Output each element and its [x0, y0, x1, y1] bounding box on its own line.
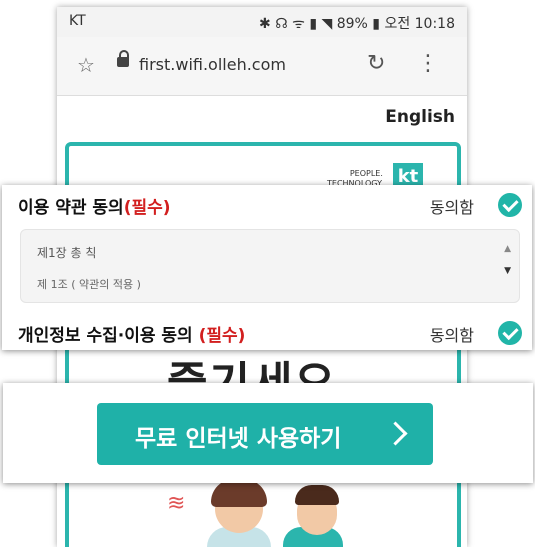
battery-percent: 89%: [336, 16, 368, 32]
terms-row[interactable]: 이용 약관 동의(필수) 동의함: [2, 185, 532, 221]
carrier-label: KT: [69, 13, 86, 29]
cta-panel: 무료 인터넷 사용하기: [3, 383, 533, 483]
scroll-down-icon[interactable]: ▼: [504, 266, 511, 276]
lock-icon: [117, 50, 129, 67]
terms-agree-label[interactable]: 동의함: [430, 194, 474, 218]
terms-agreement-panel: 이용 약관 동의(필수) 동의함 제1장 총 칙 제 1조 ( 약관의 적용 )…: [2, 185, 532, 350]
browser-address-bar: ☆ first.wifi.olleh.com ↻ ⋮: [57, 37, 467, 96]
chevron-right-icon: [383, 421, 408, 446]
terms-check-icon[interactable]: [498, 193, 522, 217]
terms-title: 이용 약관 동의(필수): [18, 193, 171, 218]
privacy-check-icon[interactable]: [498, 321, 522, 345]
privacy-row[interactable]: 개인정보 수집·이용 동의 (필수) 동의함: [2, 313, 532, 349]
status-icons: ✱ ☊ ᯤ ▮ ◥: [259, 16, 333, 32]
illustration-person2-hair: [295, 485, 339, 505]
wifi-icon: ≋: [167, 491, 186, 516]
kt-tagline-line1: PEOPLE.: [349, 169, 383, 178]
more-vert-icon[interactable]: ⋮: [417, 51, 439, 76]
scroll-up-icon[interactable]: ▲: [504, 244, 511, 254]
status-bar: KT ✱ ☊ ᯤ ▮ ◥ 89% ▮ 오전 10:18: [57, 7, 467, 37]
clock: 오전 10:18: [384, 16, 455, 32]
star-icon[interactable]: ☆: [77, 53, 95, 77]
free-internet-button-label: 무료 인터넷 사용하기: [135, 426, 342, 452]
url-text[interactable]: first.wifi.olleh.com: [139, 55, 286, 74]
privacy-title: 개인정보 수집·이용 동의 (필수): [18, 321, 245, 346]
terms-required-label: (필수): [123, 198, 171, 218]
language-link[interactable]: English: [385, 107, 455, 127]
free-internet-button[interactable]: 무료 인터넷 사용하기: [97, 403, 433, 465]
battery-icon: ▮: [372, 16, 380, 32]
terms-text-box[interactable]: 제1장 총 칙 제 1조 ( 약관의 적용 ) ▲ ▼: [20, 229, 520, 303]
privacy-agree-label[interactable]: 동의함: [430, 322, 474, 346]
privacy-required-label: (필수): [198, 326, 246, 346]
terms-chapter-text: 제1장 총 칙: [37, 246, 97, 260]
terms-article-text: 제 1조 ( 약관의 적용 ): [37, 278, 141, 291]
privacy-title-text: 개인정보 수집·이용 동의: [18, 326, 193, 346]
terms-title-text: 이용 약관 동의: [18, 198, 124, 218]
status-right: ✱ ☊ ᯤ ▮ ◥ 89% ▮ 오전 10:18: [259, 13, 455, 33]
reload-icon[interactable]: ↻: [367, 51, 385, 76]
